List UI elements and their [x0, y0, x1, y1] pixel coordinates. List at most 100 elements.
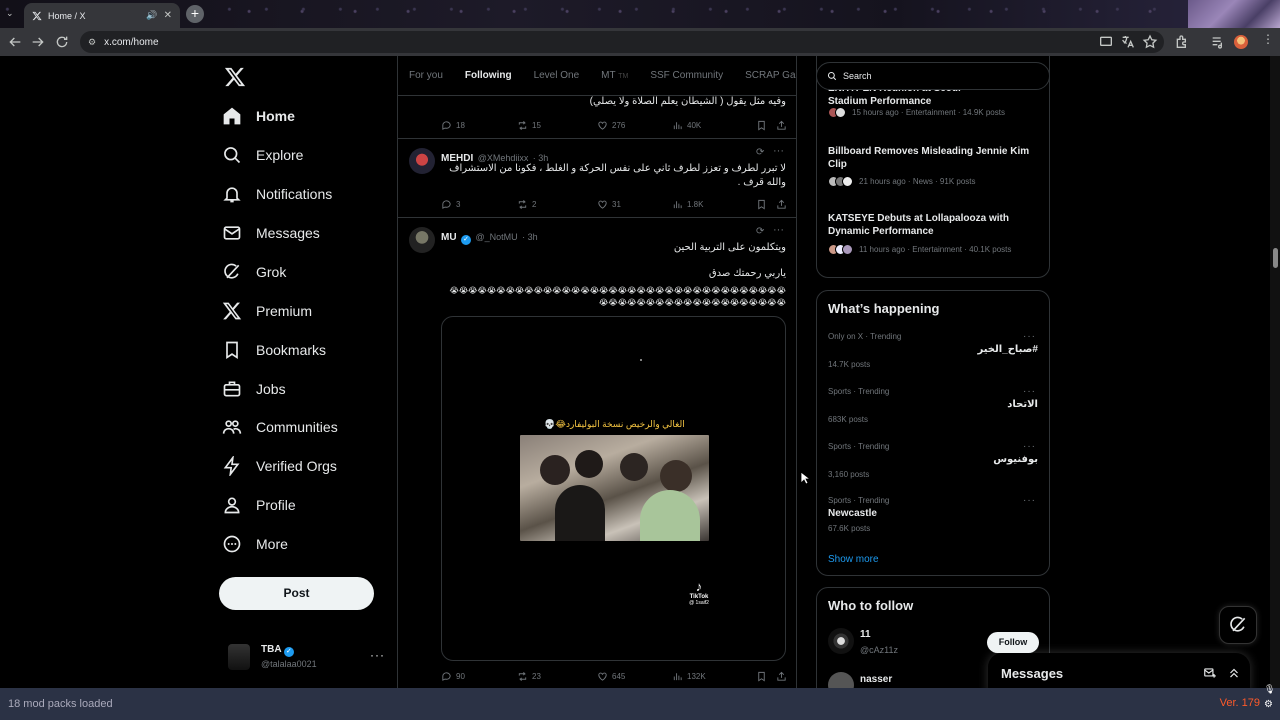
site-info-icon[interactable]: ⚙: [88, 37, 96, 48]
tab-level-one[interactable]: Level One: [523, 56, 591, 95]
grok-explain-icon[interactable]: ⟳: [756, 226, 764, 237]
mic-icon[interactable]: 🎙: [1264, 684, 1275, 695]
repost-button[interactable]: 23: [517, 669, 597, 683]
account-more-icon[interactable]: ···: [370, 648, 385, 662]
translate-icon[interactable]: [1120, 34, 1136, 50]
reply-icon: [442, 120, 451, 130]
tab-close-icon[interactable]: ✕: [164, 10, 172, 21]
trend-more-icon[interactable]: ···: [1023, 331, 1036, 342]
address-bar[interactable]: ⚙ x.com/home: [80, 31, 1164, 53]
suggestion-name[interactable]: 11: [860, 629, 871, 640]
nav-home[interactable]: Home: [222, 99, 295, 133]
profile-avatar-icon[interactable]: [1234, 35, 1248, 49]
avatar[interactable]: [409, 148, 435, 174]
nav-notifications[interactable]: Notifications: [222, 177, 332, 211]
trend-name[interactable]: #صباح_الخير: [977, 344, 1038, 355]
tab-mt[interactable]: MT TM: [590, 56, 639, 95]
bookmark-button[interactable]: [756, 118, 776, 132]
tab-following[interactable]: Following: [454, 56, 523, 95]
x-logo-icon[interactable]: [224, 66, 246, 88]
scrollbar-track[interactable]: [1270, 56, 1280, 688]
trend-more-icon[interactable]: ···: [1023, 495, 1036, 506]
new-message-icon[interactable]: [1203, 666, 1217, 680]
share-button[interactable]: [776, 669, 790, 683]
tab-list-chevron-icon[interactable]: ⌄: [6, 8, 14, 19]
share-button[interactable]: [776, 197, 790, 211]
nav-messages[interactable]: Messages: [222, 216, 320, 250]
reply-button[interactable]: 18: [441, 118, 517, 132]
news-item-title[interactable]: Billboard Removes Misleading Jennie Kim …: [828, 145, 1038, 171]
trend-meta: Sports · Trending: [828, 387, 890, 396]
post-author-handle[interactable]: @_NotMU: [475, 232, 517, 242]
views-button[interactable]: 132K: [672, 669, 756, 683]
bookmark-button[interactable]: [756, 669, 776, 683]
search-box[interactable]: Search: [816, 62, 1050, 90]
like-button[interactable]: 276: [597, 118, 672, 132]
nav-bookmarks-label: Bookmarks: [256, 342, 327, 358]
repost-button[interactable]: 15: [517, 118, 597, 132]
bookmark-star-icon[interactable]: [1142, 34, 1158, 50]
account-switcher[interactable]: TBA ✓ @talalaa0021 ···: [228, 642, 386, 678]
post-time[interactable]: · 3h: [522, 232, 538, 242]
repost-button[interactable]: 2: [517, 197, 597, 211]
trend-name[interactable]: بوفنيوس: [993, 454, 1038, 465]
forward-arrow-icon[interactable]: [30, 34, 46, 50]
trend-more-icon[interactable]: ···: [1023, 441, 1036, 452]
expand-chevron-icon[interactable]: [1227, 666, 1241, 680]
like-count: 31: [612, 199, 621, 209]
grok-floating-button[interactable]: [1219, 606, 1257, 644]
back-arrow-icon[interactable]: [7, 34, 23, 50]
post-button[interactable]: Post: [219, 577, 374, 610]
nav-more[interactable]: More: [222, 527, 288, 561]
nav-bookmarks[interactable]: Bookmarks: [222, 333, 326, 367]
grok-explain-icon[interactable]: ⟳: [756, 147, 764, 158]
suggestion-avatar[interactable]: [828, 672, 854, 688]
nav-jobs[interactable]: Jobs: [222, 372, 286, 406]
post-more-icon[interactable]: ···: [773, 224, 784, 236]
tab-for-you[interactable]: For you: [398, 56, 454, 95]
views-button[interactable]: 40K: [672, 118, 756, 132]
settings-icon[interactable]: ⚙: [1264, 699, 1273, 710]
more-circle-icon: [223, 535, 241, 553]
like-button[interactable]: 31: [597, 197, 672, 211]
suggestion-avatar[interactable]: [828, 628, 854, 654]
video-thumbnail: [520, 435, 709, 541]
new-tab-button[interactable]: +: [186, 5, 204, 23]
prev-post-text: وفيه مثل يقول ( الشيطان يعلم الصلاة ولا …: [589, 96, 786, 107]
browser-menu-icon[interactable]: ⋮: [1262, 33, 1274, 45]
messages-drawer[interactable]: Messages: [988, 653, 1250, 688]
tab-audio-icon[interactable]: 🔊: [146, 10, 157, 21]
video-player[interactable]: الغالي والرخيص نسخة البوليفارد😂💀 ♪ TikTo…: [441, 316, 786, 661]
tab-scrap-gang[interactable]: SCRAP Gang: [734, 56, 796, 95]
trend-name[interactable]: الاتحاد: [1007, 399, 1038, 410]
trend-name[interactable]: Newcastle: [828, 508, 877, 519]
avatar[interactable]: [409, 227, 435, 253]
show-more-link[interactable]: Show more: [828, 554, 879, 565]
trend-more-icon[interactable]: ···: [1023, 386, 1036, 397]
tab-ssf-community[interactable]: SSF Community: [639, 56, 734, 95]
share-button[interactable]: [776, 118, 790, 132]
news-item-title[interactable]: KATSEYE Debuts at Lollapalooza with Dyna…: [828, 212, 1038, 238]
post-text-emojis: 😭😭😭😭😭😭😭😭😭😭😭😭😭😭😭😭😭😭😭😭😭😭😭😭😭😭😭😭😭😭😭😭😭😭😭😭😭😭😭😭…: [449, 286, 786, 307]
media-controls-icon[interactable]: [1210, 34, 1226, 50]
nav-verified-orgs[interactable]: Verified Orgs: [222, 449, 337, 483]
extensions-icon[interactable]: [1174, 34, 1190, 50]
reply-button[interactable]: 90: [441, 669, 517, 683]
nav-explore[interactable]: Explore: [222, 138, 303, 172]
browser-tab[interactable]: Home / X 🔊 ✕: [24, 3, 180, 28]
install-app-icon[interactable]: [1098, 34, 1114, 50]
nav-profile[interactable]: Profile: [222, 488, 296, 522]
reload-icon[interactable]: [54, 34, 70, 50]
reply-button[interactable]: 3: [441, 197, 517, 211]
nav-premium[interactable]: Premium: [222, 294, 312, 328]
scrollbar-thumb[interactable]: [1273, 248, 1278, 268]
follow-button[interactable]: Follow: [987, 632, 1039, 653]
nav-grok[interactable]: Grok: [222, 255, 286, 289]
bookmark-button[interactable]: [756, 197, 776, 211]
post-more-icon[interactable]: ···: [773, 145, 784, 157]
nav-communities[interactable]: Communities: [222, 410, 338, 444]
views-button[interactable]: 1.8K: [672, 197, 756, 211]
like-button[interactable]: 645: [597, 669, 672, 683]
suggestion-name[interactable]: nasser: [860, 674, 892, 685]
search-placeholder: Search: [843, 71, 872, 81]
